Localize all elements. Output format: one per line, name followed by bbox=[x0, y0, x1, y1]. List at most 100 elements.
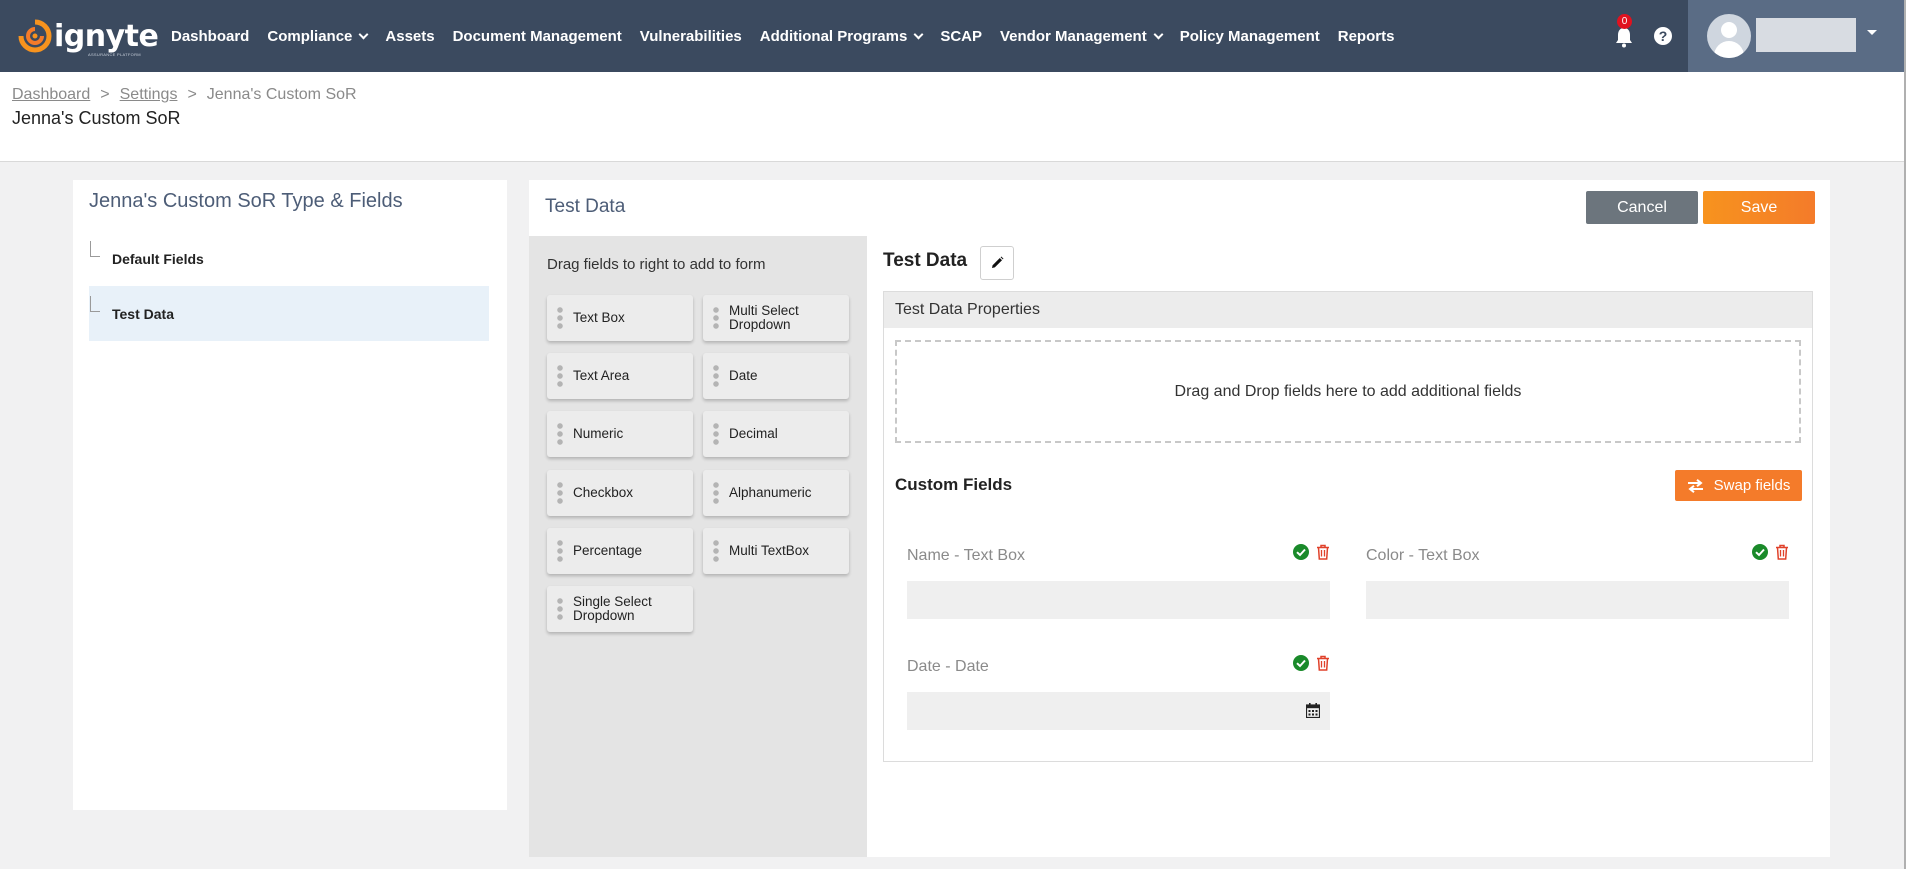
page-header: Dashboard > Settings > Jenna's Custom SoR Je… bbox=[0, 72, 1904, 162]
field-tile-label: Date bbox=[729, 368, 758, 383]
notification-count-badge: 0 bbox=[1617, 14, 1632, 29]
section-name: Test Data bbox=[883, 250, 968, 271]
form-builder-panel: Test Data Cancel Save Drag fields to rig… bbox=[529, 180, 1830, 857]
field-tile-numeric[interactable]: Numeric bbox=[547, 411, 693, 457]
custom-field-color: Color - Text Box bbox=[1366, 544, 1789, 619]
nav-item-compliance[interactable]: Compliance bbox=[258, 28, 376, 45]
field-tile-single-select-dropdown[interactable]: Single Select Dropdown bbox=[547, 586, 693, 632]
nav-item-additional-programs[interactable]: Additional Programs bbox=[751, 28, 932, 45]
field-tile-date[interactable]: Date bbox=[703, 353, 849, 399]
user-menu[interactable] bbox=[1688, 0, 1906, 72]
custom-fields-title: Custom Fields bbox=[895, 475, 1013, 494]
check-circle-icon[interactable] bbox=[1752, 544, 1768, 560]
nav-item-vendor-management[interactable]: Vendor Management bbox=[991, 28, 1171, 45]
help-icon[interactable]: ? bbox=[1654, 27, 1672, 45]
field-tile-decimal[interactable]: Decimal bbox=[703, 411, 849, 457]
avatar-head bbox=[1721, 22, 1737, 38]
avatar-body bbox=[1714, 41, 1744, 58]
drag-handle-icon bbox=[713, 539, 719, 563]
form-design-area: Test Data Test Data Properties Drag and … bbox=[883, 236, 1817, 857]
field-drop-zone[interactable]: Drag and Drop fields here to add additio… bbox=[895, 340, 1801, 443]
nav-label: Additional Programs bbox=[759, 27, 908, 45]
custom-field-date: Date - Date bbox=[907, 655, 1330, 730]
form-builder-title: Test Data bbox=[545, 196, 626, 217]
field-tile-checkbox[interactable]: Checkbox bbox=[547, 470, 693, 516]
nav-item-document-management[interactable]: Document Management bbox=[444, 28, 631, 45]
custom-field-label: Color - Text Box bbox=[1366, 547, 1480, 564]
nav-item-vulnerabilities[interactable]: Vulnerabilities bbox=[631, 28, 751, 45]
field-actions bbox=[1752, 544, 1789, 560]
drag-handle-icon bbox=[713, 364, 719, 388]
drag-handle-icon bbox=[557, 597, 563, 621]
chevron-down-icon bbox=[1153, 29, 1164, 39]
tree-item-label: Test Data bbox=[112, 305, 174, 322]
custom-field-label: Date - Date bbox=[907, 658, 989, 675]
field-tile-multi-textbox[interactable]: Multi TextBox bbox=[703, 528, 849, 574]
nav-label: Assets bbox=[385, 27, 435, 45]
tree-item-default-fields[interactable]: Default Fields bbox=[89, 231, 489, 286]
main-menu: Dashboard Compliance Assets Document Man… bbox=[162, 0, 1403, 72]
breadcrumb-link-settings[interactable]: Settings bbox=[120, 86, 178, 103]
drag-handle-icon bbox=[557, 306, 563, 330]
calendar-icon[interactable] bbox=[1306, 703, 1320, 718]
field-tile-label: Numeric bbox=[573, 426, 624, 441]
check-circle-icon[interactable] bbox=[1293, 655, 1309, 671]
swap-fields-button[interactable]: Swap fields bbox=[1675, 470, 1802, 501]
nav-label: Vulnerabilities bbox=[639, 27, 742, 45]
breadcrumb-separator: > bbox=[100, 86, 110, 103]
drag-handle-icon bbox=[713, 306, 719, 330]
field-palette: Drag fields to right to add to form Text… bbox=[529, 236, 867, 857]
field-tile-label: Checkbox bbox=[573, 485, 634, 500]
check-circle-icon[interactable] bbox=[1293, 544, 1309, 560]
drag-handle-icon bbox=[557, 481, 563, 505]
trash-icon[interactable] bbox=[1775, 544, 1789, 560]
pencil-icon bbox=[992, 256, 1004, 268]
drag-handle-icon bbox=[713, 422, 719, 446]
field-tile-label: Percentage bbox=[573, 543, 643, 558]
nav-label: Compliance bbox=[267, 27, 353, 45]
field-tile-text-box[interactable]: Text Box bbox=[547, 295, 693, 341]
ignyte-logo[interactable]: ignyte ASSURANCE PLATFORM bbox=[18, 16, 159, 57]
top-navigation-bar: ignyte ASSURANCE PLATFORM Dashboard Comp… bbox=[0, 0, 1906, 72]
nav-item-assets[interactable]: Assets bbox=[376, 28, 443, 45]
palette-hint: Drag fields to right to add to form bbox=[547, 256, 766, 273]
breadcrumb-link-dashboard[interactable]: Dashboard bbox=[12, 86, 90, 103]
field-tile-label: Decimal bbox=[729, 426, 778, 441]
drag-handle-icon bbox=[557, 364, 563, 388]
save-button[interactable]: Save bbox=[1703, 191, 1815, 224]
custom-field-name: Name - Text Box bbox=[907, 544, 1330, 619]
trash-icon[interactable] bbox=[1316, 655, 1330, 671]
breadcrumb: Dashboard > Settings > Jenna's Custom SoR bbox=[12, 86, 357, 104]
field-tile-text-area[interactable]: Text Area bbox=[547, 353, 693, 399]
swap-fields-label: Swap fields bbox=[1713, 477, 1791, 494]
drag-handle-icon bbox=[557, 422, 563, 446]
brand-tagline: ASSURANCE PLATFORM bbox=[88, 52, 141, 57]
page-title: Jenna's Custom SoR bbox=[12, 108, 181, 128]
date-input[interactable] bbox=[907, 692, 1330, 730]
sor-type-tree-panel: Jenna's Custom SoR Type & Fields Default… bbox=[73, 180, 507, 810]
chevron-down-icon bbox=[913, 29, 924, 39]
nav-item-dashboard[interactable]: Dashboard bbox=[162, 28, 258, 45]
tree-item-test-data[interactable]: Test Data bbox=[89, 286, 489, 341]
nav-label: SCAP bbox=[940, 27, 982, 45]
field-tile-alphanumeric[interactable]: Alphanumeric bbox=[703, 470, 849, 516]
field-tile-label: Multi Select Dropdown bbox=[729, 303, 799, 332]
field-tile-multi-select-dropdown[interactable]: Multi Select Dropdown bbox=[703, 295, 849, 341]
nav-item-reports[interactable]: Reports bbox=[1329, 28, 1404, 45]
cancel-button[interactable]: Cancel bbox=[1586, 191, 1698, 224]
nav-item-scap[interactable]: SCAP bbox=[931, 28, 991, 45]
edit-section-button[interactable] bbox=[980, 246, 1014, 280]
tree-panel-title: Jenna's Custom SoR Type & Fields bbox=[89, 190, 403, 212]
field-tile-percentage[interactable]: Percentage bbox=[547, 528, 693, 574]
drop-zone-text: Drag and Drop fields here to add additio… bbox=[1174, 382, 1522, 400]
color-text-input[interactable] bbox=[1366, 581, 1789, 619]
nav-label: Policy Management bbox=[1179, 27, 1320, 45]
nav-item-policy-management[interactable]: Policy Management bbox=[1171, 28, 1329, 45]
drag-handle-icon bbox=[557, 539, 563, 563]
trash-icon[interactable] bbox=[1316, 544, 1330, 560]
breadcrumb-separator: > bbox=[187, 86, 197, 103]
name-text-input[interactable] bbox=[907, 581, 1330, 619]
tree-branch-line bbox=[90, 241, 100, 257]
properties-header: Test Data Properties bbox=[884, 292, 1812, 328]
custom-field-label: Name - Text Box bbox=[907, 547, 1025, 564]
